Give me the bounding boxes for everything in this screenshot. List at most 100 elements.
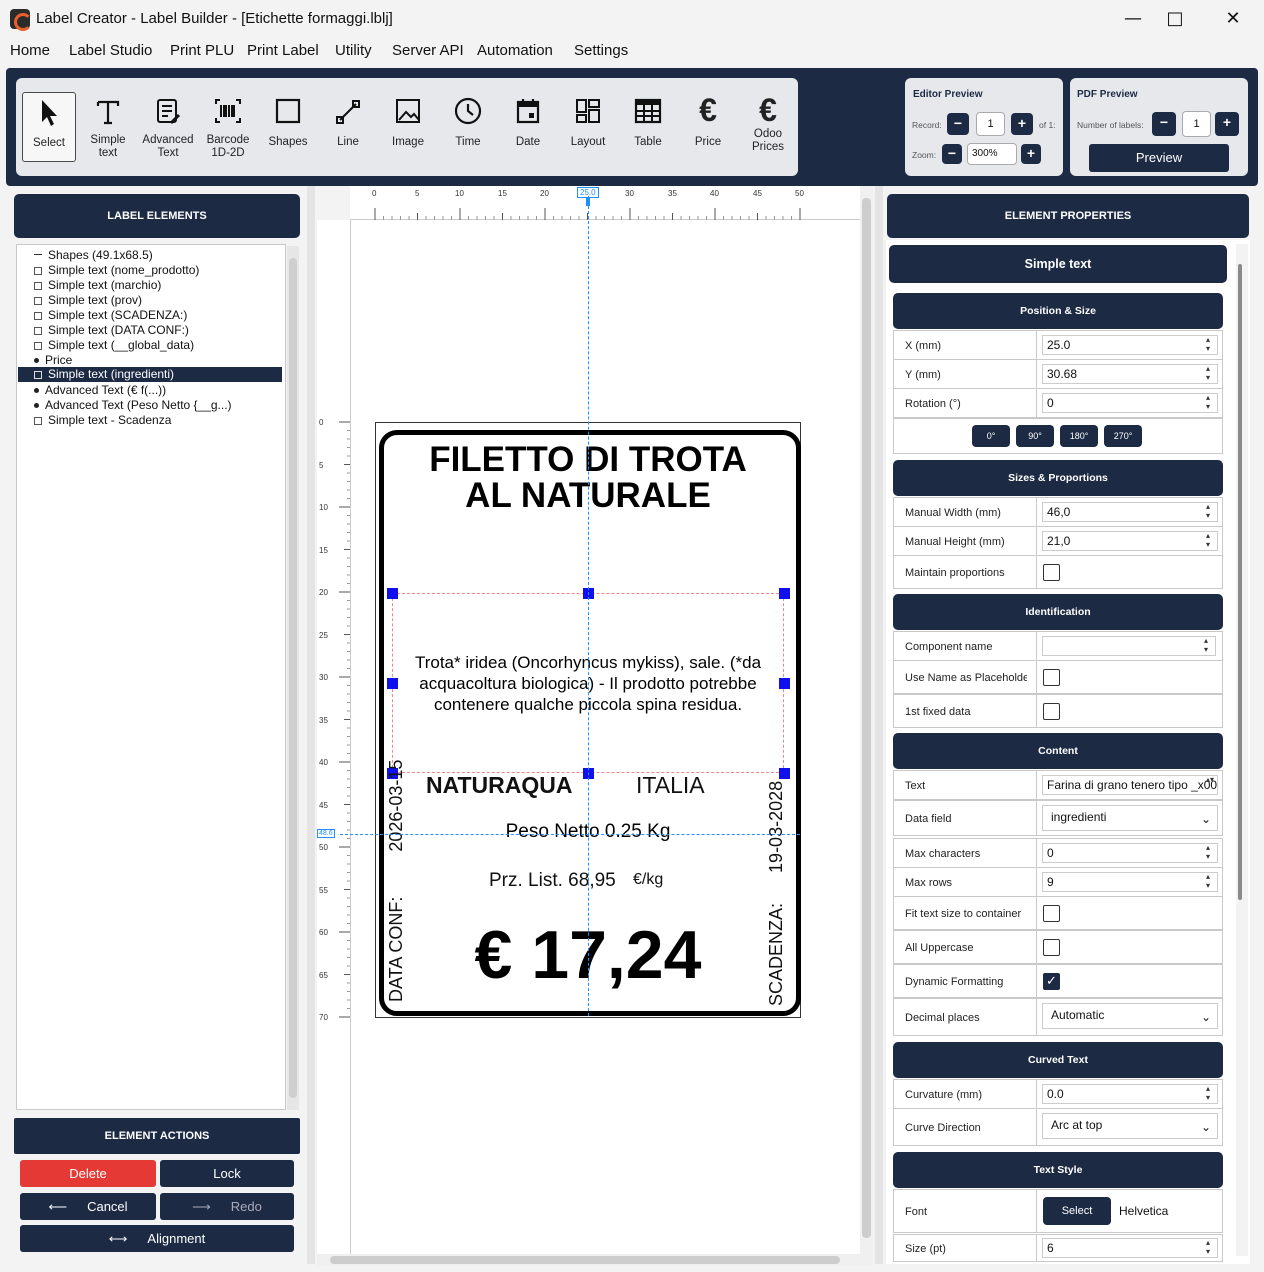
prop-maintain: Maintain proportions	[893, 555, 1223, 589]
label-brand[interactable]: NATURAQUA	[426, 772, 573, 799]
y-input[interactable]: 30.68	[1042, 364, 1218, 384]
record-next-button[interactable]: +	[1011, 113, 1033, 135]
text-input[interactable]: Farina di grano tenero tipo _x00	[1042, 775, 1218, 795]
canvas-hscroll-thumb[interactable]	[330, 1256, 840, 1264]
height-input[interactable]: 21,0	[1042, 531, 1218, 551]
label-origin[interactable]: ITALIA	[636, 772, 705, 799]
tool-odoo-prices[interactable]: € Odoo Prices	[741, 92, 795, 162]
max-rows-input[interactable]: 9	[1042, 872, 1218, 892]
rotate-180-button[interactable]: 180°	[1060, 425, 1098, 447]
tool-layout[interactable]: Layout	[561, 92, 615, 162]
tree-item[interactable]: Simple text - Scadenza	[20, 413, 171, 428]
tree-scroll-thumb[interactable]	[289, 258, 297, 1098]
tree-item[interactable]: Simple text (SCADENZA:)	[20, 308, 187, 323]
tool-date[interactable]: Date	[501, 92, 555, 162]
preview-button[interactable]: Preview	[1089, 144, 1229, 172]
tree-item[interactable]: Shapes (49.1x68.5)	[20, 248, 153, 263]
menu-home[interactable]: Home	[10, 42, 50, 59]
tool-price[interactable]: € Price	[681, 92, 735, 162]
labels-increase-button[interactable]: +	[1215, 112, 1239, 136]
width-input[interactable]: 46,0	[1042, 502, 1218, 522]
tool-advanced-text[interactable]: Advanced Text	[141, 92, 195, 162]
ruler-left-label: 45	[319, 801, 328, 810]
menu-automation[interactable]: Automation	[477, 42, 553, 59]
properties-scroll-thumb[interactable]	[1238, 264, 1242, 900]
menu-server-api[interactable]: Server API	[392, 42, 464, 59]
resize-handle[interactable]	[779, 678, 790, 689]
tree-item[interactable]: Simple text (nome_prodotto)	[20, 263, 199, 278]
resize-handle[interactable]	[779, 588, 790, 599]
data-field-select[interactable]: ingredienti	[1042, 805, 1218, 831]
splitter-right[interactable]	[875, 186, 883, 1264]
uppercase-checkbox[interactable]	[1043, 939, 1060, 956]
tool-table[interactable]: Table	[621, 92, 675, 162]
close-icon[interactable]: ✕	[1210, 4, 1256, 34]
tool-image[interactable]: Image	[381, 92, 435, 162]
tool-line[interactable]: Line	[321, 92, 375, 162]
maintain-proportions-checkbox[interactable]	[1043, 564, 1060, 581]
fit-text-checkbox[interactable]	[1043, 905, 1060, 922]
label-right-vertical[interactable]: SCADENZA: 19-03-2028	[766, 766, 788, 1006]
component-name-input[interactable]	[1042, 636, 1216, 656]
label-price-list[interactable]: Prz. List. 68,95	[489, 870, 616, 892]
tree-item[interactable]: Simple text (DATA CONF:)	[20, 323, 189, 338]
first-fixed-checkbox[interactable]	[1043, 703, 1060, 720]
square-icon	[275, 98, 301, 124]
label-left-vertical[interactable]: DATA CONF: 2026-03-15	[386, 760, 408, 1002]
rotate-270-button[interactable]: 270°	[1104, 425, 1142, 447]
tool-simple-text[interactable]: Simple text	[81, 92, 135, 162]
zoom-in-button[interactable]: +	[1021, 144, 1041, 164]
menu-print-label[interactable]: Print Label	[247, 42, 319, 59]
max-chars-input[interactable]: 0	[1042, 843, 1218, 863]
tree-item[interactable]: Simple text (prov)	[20, 293, 142, 308]
tree-item[interactable]: Advanced Text (€ f(...))	[20, 383, 166, 398]
tool-time[interactable]: Time	[441, 92, 495, 162]
zoom-input[interactable]: 300%	[967, 143, 1017, 165]
size-input[interactable]: 6	[1042, 1238, 1218, 1258]
menu-print-plu[interactable]: Print PLU	[170, 42, 234, 59]
canvas-vscroll-thumb[interactable]	[862, 198, 871, 1238]
tree-item[interactable]: Advanced Text (Peso Netto {__g...)	[20, 398, 232, 413]
menu-settings[interactable]: Settings	[574, 42, 628, 59]
lock-button[interactable]: Lock	[160, 1160, 294, 1187]
cancel-button[interactable]: ⟵ Cancel	[20, 1193, 156, 1220]
select-font-button[interactable]: Select	[1043, 1197, 1111, 1225]
zoom-out-button[interactable]: −	[942, 144, 962, 164]
tree-item[interactable]: Price	[20, 353, 72, 368]
maximize-icon[interactable]: □	[1152, 4, 1198, 34]
labels-decrease-button[interactable]: −	[1152, 112, 1176, 136]
prop-uppercase: All Uppercase	[893, 930, 1223, 964]
tree-item-selected[interactable]: Simple text (ingredienti)	[18, 367, 282, 382]
splitter-left[interactable]	[307, 186, 315, 1264]
x-input[interactable]: 25.0	[1042, 335, 1218, 355]
decimal-places-select[interactable]: Automatic	[1042, 1003, 1218, 1029]
record-of-label: of 1:	[1039, 120, 1056, 130]
rotate-90-button[interactable]: 90°	[1016, 425, 1054, 447]
curve-direction-select[interactable]: Arc at top	[1042, 1113, 1218, 1139]
resize-handle[interactable]	[387, 588, 398, 599]
resize-handle[interactable]	[387, 678, 398, 689]
tree-item[interactable]: Simple text (marchio)	[20, 278, 161, 293]
menu-label-studio[interactable]: Label Studio	[69, 42, 152, 59]
bullet-icon	[34, 403, 39, 409]
dynamic-formatting-checkbox[interactable]: ✓	[1043, 973, 1060, 990]
euro-icon: €	[699, 92, 717, 128]
redo-button[interactable]: ⟶ Redo	[160, 1193, 294, 1220]
alignment-button[interactable]: ⟷ Alignment	[20, 1225, 294, 1252]
use-name-checkbox[interactable]	[1043, 669, 1060, 686]
tree-item[interactable]: Simple text (__global_data)	[20, 338, 194, 353]
tool-shapes[interactable]: Shapes	[261, 92, 315, 162]
menu-utility[interactable]: Utility	[335, 42, 372, 59]
label-price-unit[interactable]: €/kg	[633, 871, 663, 889]
curvature-input[interactable]: 0.0	[1042, 1084, 1218, 1104]
record-input[interactable]: 1	[976, 112, 1005, 136]
delete-button[interactable]: Delete	[20, 1160, 156, 1187]
tool-barcode[interactable]: Barcode 1D-2D	[201, 92, 255, 162]
tool-select[interactable]: Select	[22, 92, 76, 162]
rotation-input[interactable]: 0	[1042, 393, 1218, 413]
labels-count-input[interactable]: 1	[1182, 111, 1211, 137]
minimize-icon[interactable]: —	[1110, 4, 1156, 34]
record-prev-button[interactable]: −	[947, 113, 969, 135]
rotate-0-button[interactable]: 0°	[972, 425, 1010, 447]
prop-rotation-presets	[893, 418, 1223, 454]
